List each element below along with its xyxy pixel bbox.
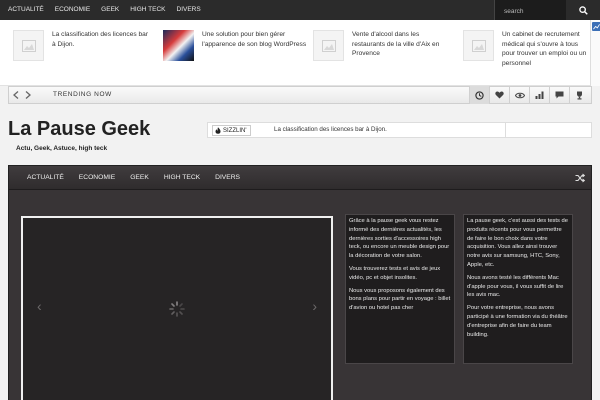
- comment-icon: [555, 91, 564, 99]
- trending-tabs: [469, 86, 589, 104]
- tab-popular[interactable]: [529, 86, 549, 104]
- text-column-left: Grâce à la pause geek vous restez inform…: [345, 214, 455, 364]
- site-title[interactable]: La Pause Geek: [8, 118, 150, 141]
- tab-top[interactable]: [569, 86, 589, 104]
- trending-arrows: [13, 87, 31, 103]
- trending-bar: TRENDING NOW: [8, 86, 592, 104]
- featured-post-title: Un cabinet de recrutement médical qui s'…: [502, 31, 587, 67]
- featured-post[interactable]: Un cabinet de recrutement médical qui s'…: [463, 30, 588, 68]
- strip-edge-panel: [590, 20, 600, 86]
- featured-post-title: La classification des licences bar à Dij…: [52, 31, 149, 48]
- top-bar: ACTUALITÉ ECONOMIE GEEK HIGH TECK DIVERS: [0, 0, 600, 22]
- image-placeholder-icon: [313, 30, 344, 61]
- slider-prev-arrow[interactable]: ‹: [37, 298, 42, 314]
- sizzlin-label: SIZZLIN': [223, 127, 247, 134]
- site-tagline: Actu, Geek, Astuce, high teck: [16, 145, 108, 152]
- flame-icon: [215, 127, 221, 134]
- tab-favorites[interactable]: [489, 86, 509, 104]
- paragraph: Vous trouverez tests et avis de jeux vid…: [349, 265, 441, 281]
- paragraph: Pour votre entreprise, nous avons partic…: [467, 305, 568, 338]
- tab-recent[interactable]: [469, 86, 489, 104]
- tab-views[interactable]: [509, 86, 529, 104]
- top-nav-item-economie[interactable]: ECONOMIE: [55, 0, 90, 20]
- main-nav: ACTUALITÉ ECONOMIE GEEK HIGH TECK DIVERS: [9, 166, 591, 190]
- eye-icon: [514, 92, 525, 98]
- text-column-right: La pause geek, c'est aussi des tests de …: [463, 214, 573, 364]
- paragraph: Grâce à la pause geek vous restez inform…: [349, 218, 450, 260]
- chevron-left-icon[interactable]: [13, 91, 19, 99]
- main-nav-item-high-teck[interactable]: HIGH TECK: [164, 166, 200, 190]
- featured-post[interactable]: Une solution pour bien gérer l'apparence…: [163, 30, 312, 61]
- search-button[interactable]: [566, 0, 600, 20]
- main-content: ACTUALITÉ ECONOMIE GEEK HIGH TECK DIVERS…: [8, 165, 592, 400]
- featured-slider[interactable]: ‹ ›: [21, 216, 333, 400]
- sizzlin-headline[interactable]: La classification des licences bar à Dij…: [274, 123, 387, 137]
- top-nav: ACTUALITÉ ECONOMIE GEEK HIGH TECK DIVERS: [8, 0, 212, 20]
- image-placeholder-icon: [463, 30, 494, 61]
- main-nav-item-actualite[interactable]: ACTUALITÉ: [27, 166, 64, 190]
- paragraph: La pause geek, c'est aussi des tests de …: [467, 218, 569, 268]
- post-thumbnail: [163, 30, 194, 61]
- paragraph: Nous vous proposons également des bons p…: [349, 287, 451, 312]
- header-ad-slot: [505, 122, 592, 138]
- shuffle-icon[interactable]: [575, 173, 585, 183]
- paragraph: Nous avons testé les différents Mac d'ap…: [467, 274, 564, 299]
- featured-post-title: Une solution pour bien gérer l'apparence…: [202, 31, 307, 48]
- top-nav-item-geek[interactable]: GEEK: [101, 0, 119, 20]
- top-nav-item-high-teck[interactable]: HIGH TECK: [130, 0, 165, 20]
- featured-post-title: Vente d'alcool dans les restaurants de l…: [352, 31, 440, 57]
- bar-chart-icon: [535, 91, 544, 99]
- heart-icon: [495, 91, 504, 99]
- main-nav-item-divers[interactable]: DIVERS: [215, 166, 240, 190]
- tab-comments[interactable]: [549, 86, 569, 104]
- search-box: [494, 0, 566, 22]
- search-input[interactable]: [495, 1, 566, 22]
- top-nav-item-divers[interactable]: DIVERS: [177, 0, 201, 20]
- search-icon: [578, 5, 588, 15]
- trophy-icon: [577, 91, 582, 99]
- image-placeholder-icon: [13, 30, 44, 61]
- trending-label: TRENDING NOW: [53, 91, 112, 98]
- chevron-right-icon[interactable]: [25, 91, 31, 99]
- sizzlin-badge: SIZZLIN': [212, 125, 252, 136]
- main-nav-item-economie[interactable]: ECONOMIE: [79, 166, 115, 190]
- top-nav-item-actualite[interactable]: ACTUALITÉ: [8, 0, 44, 20]
- slider-next-arrow[interactable]: ›: [312, 298, 317, 314]
- featured-post[interactable]: La classification des licences bar à Dij…: [13, 30, 152, 61]
- trend-up-icon[interactable]: [592, 22, 600, 31]
- loading-spinner-icon: [169, 301, 185, 317]
- clock-icon: [475, 90, 484, 100]
- main-nav-item-geek[interactable]: GEEK: [130, 166, 149, 190]
- sizzlin-ticker: SIZZLIN' La classification des licences …: [207, 122, 507, 138]
- featured-post[interactable]: Vente d'alcool dans les restaurants de l…: [313, 30, 454, 61]
- featured-posts-strip: La classification des licences bar à Dij…: [0, 20, 600, 86]
